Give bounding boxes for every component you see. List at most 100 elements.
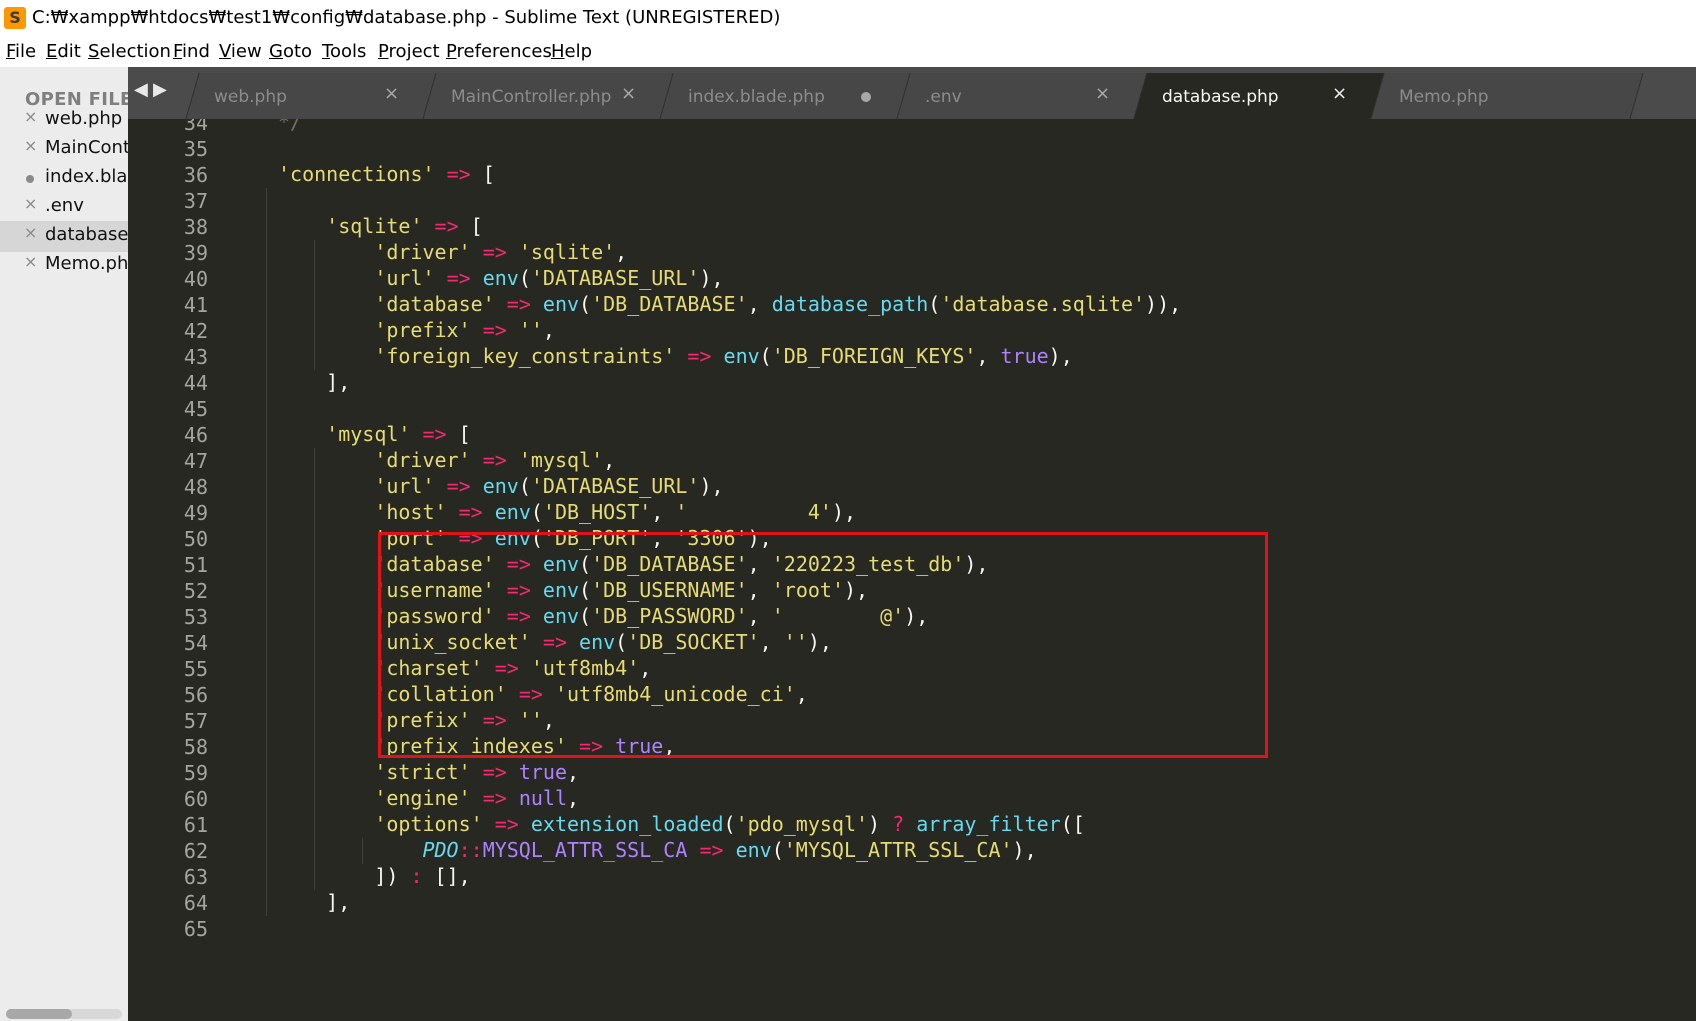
code-line[interactable]: 'url' => env('DATABASE_URL'), [374,474,723,500]
code-line[interactable]: PDO::MYSQL_ATTR_SSL_CA => env('MYSQL_ATT… [422,838,1036,864]
sidebar-file-item[interactable]: × Memo.php [0,250,128,281]
code-line[interactable]: ]) : [], [374,864,470,890]
tab-label[interactable]: database.php [1162,87,1279,107]
sidebar-file-item[interactable]: × database.php [0,221,128,252]
tab-label[interactable]: web.php [214,87,287,107]
code-token: => [446,266,471,290]
code-line[interactable]: 'options' => extension_loaded('pdo_mysql… [374,812,1085,838]
unsaved-dot-icon[interactable] [861,92,871,102]
code-line[interactable]: 'prefix' => '', [374,708,555,734]
code-line[interactable]: 'database' => env('DB_DATABASE', databas… [374,292,1181,318]
code-line[interactable]: 'charset' => 'utf8mb4', [374,656,651,682]
code-token: env [542,552,580,576]
code-line[interactable]: 'driver' => 'sqlite', [374,240,627,266]
code-line[interactable]: 'port' => env('DB_PORT', '3306'), [374,526,771,552]
tab-label[interactable]: index.blade.php [688,87,825,107]
code-token: env [579,630,616,654]
code-token: => [422,422,447,446]
menu-help[interactable]: Help [551,41,592,62]
tab-label[interactable]: MainController.php [451,87,611,107]
close-icon[interactable]: × [24,136,37,155]
sidebar-scrollbar-thumb[interactable] [6,1009,72,1019]
code-token: => [482,240,507,264]
line-number: 41 [183,293,208,317]
code-line[interactable]: 'mysql' => [ [326,422,471,448]
code-line[interactable]: 'prefix_indexes' => true, [374,734,675,760]
tab-label[interactable]: Memo.php [1399,87,1489,107]
code-line[interactable]: 'url' => env('DATABASE_URL'), [374,266,723,292]
line-number: 62 [183,839,208,863]
code-line[interactable]: 'engine' => null, [374,786,579,812]
menu-selection[interactable]: Selection [88,41,171,62]
code-token: 'mysql' [518,448,604,472]
code-line[interactable]: 'driver' => 'mysql', [374,448,615,474]
code-line[interactable]: 'prefix' => '', [374,318,555,344]
code-token: , [747,292,772,316]
sidebar-file-item[interactable]: × .env [0,192,128,223]
tab-scroll-left-icon[interactable]: ◀ [134,79,148,100]
code-line[interactable]: 'host' => env('DB_HOST', ' 4'), [374,500,856,526]
line-number: 52 [183,579,208,603]
sidebar-scrollbar[interactable] [6,1009,122,1019]
code-line[interactable]: 'password' => env('DB_PASSWORD', ' @'), [374,604,928,630]
tab-close-icon[interactable]: × [1095,83,1110,104]
menu-preferences[interactable]: Preferences [446,41,552,62]
code-token: => [434,214,459,238]
close-icon[interactable]: × [24,107,37,126]
code-line[interactable]: 'connections' => [ [278,162,495,188]
code-token: 'url' [374,474,435,498]
sidebar-file-item[interactable]: × MainController.php [0,134,128,165]
code-line[interactable]: 'foreign_key_constraints' => env('DB_FOR… [374,344,1072,370]
tab-close-icon[interactable]: × [384,83,399,104]
code-line[interactable]: 'strict' => true, [374,760,579,786]
code-token: , [976,344,1001,368]
code-token: 'root' [771,578,844,602]
sidebar-file-item[interactable]: index.blade.php [0,163,128,194]
code-token: MYSQL_ATTR_SSL_CA [482,838,688,862]
tab-scroll-right-icon[interactable]: ▶ [153,79,167,100]
close-icon[interactable]: × [24,223,37,242]
code-line[interactable]: 'database' => env('DB_DATABASE', '220223… [374,552,988,578]
menu-edit[interactable]: Edit [46,41,81,62]
code-token: array_filter [916,812,1061,836]
unsaved-dot-icon[interactable] [26,175,34,183]
menu-view[interactable]: View [219,41,262,62]
code-line[interactable]: */ [278,119,302,136]
code-token: => [494,812,519,836]
line-number: 65 [183,917,208,941]
close-icon[interactable]: × [24,194,37,213]
code-line[interactable]: 'sqlite' => [ [326,214,483,240]
code-token: ), [904,604,929,628]
menu-tools[interactable]: Tools [322,41,366,62]
code-editor[interactable]: 34 35 36 37 38 39 40 41 42 43 44 45 46 47 48 49 50 51 52 53… [128,119,1696,1021]
tab-close-icon[interactable]: × [1332,83,1347,104]
sidebar-file-item[interactable]: × web.php [0,105,128,136]
indent-guide [362,838,363,864]
code-line[interactable]: ], [326,890,350,916]
code-token: ( [928,292,941,316]
menu-project[interactable]: Project [378,41,440,62]
menu-file[interactable]: File [6,41,36,62]
menu-find[interactable]: Find [173,41,210,62]
close-icon[interactable]: × [24,252,37,271]
line-number: 50 [183,527,208,551]
code-token: '220223_test_db' [771,552,965,576]
code-line[interactable]: ], [326,370,350,396]
code-token: ( [530,526,543,550]
code-token: [ [470,162,495,186]
sidebar: OPEN FILES ×web.php×MainController.phpin… [0,67,128,1021]
menu-goto[interactable]: Goto [269,41,312,62]
code-line[interactable]: 'unix_socket' => env('DB_SOCKET', ''), [374,630,832,656]
code-token: ], [326,370,351,394]
code-line[interactable]: 'collation' => 'utf8mb4_unicode_ci', [374,682,808,708]
code-line[interactable]: 'username' => env('DB_USERNAME', 'root')… [374,578,868,604]
tab-close-icon[interactable]: × [621,83,636,104]
line-number: 51 [183,553,208,577]
tab-label[interactable]: .env [925,87,962,107]
